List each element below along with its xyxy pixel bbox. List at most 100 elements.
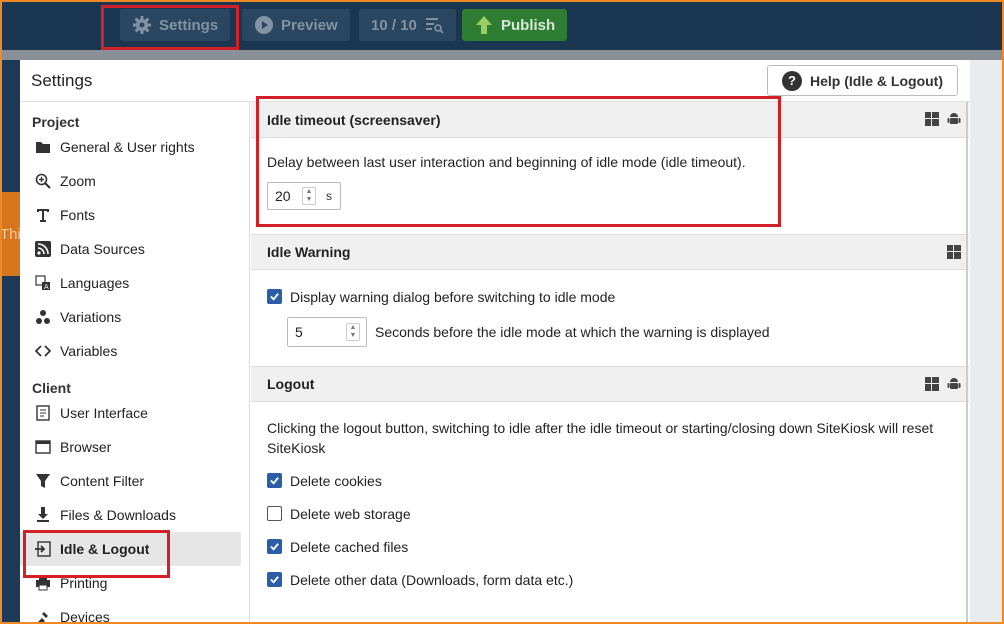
code-icon <box>35 343 51 359</box>
section-title: Logout <box>267 376 315 392</box>
settings-button-label: Settings <box>159 16 219 34</box>
windows-icon <box>947 245 961 259</box>
section-body-logout: Clicking the logout button, switching to… <box>251 402 969 610</box>
check-icon <box>270 543 279 551</box>
settings-sidebar: Project General & User rights Zoom Fonts… <box>20 102 250 624</box>
sidebar-item-label: Fonts <box>60 207 96 223</box>
top-toolbar: Settings Preview 10 / 10 Publish <box>0 0 1004 50</box>
sidebar-item-languages[interactable]: A Languages <box>20 266 241 300</box>
sidebar-item-content-filter[interactable]: Content Filter <box>20 464 241 498</box>
publish-button-label: Publish <box>501 16 556 34</box>
check-icon <box>270 477 279 485</box>
preview-button-label: Preview <box>281 16 338 34</box>
android-icon <box>947 378 961 389</box>
gear-icon <box>133 16 151 34</box>
list-search-icon <box>425 18 444 34</box>
checkbox-label: Delete cached files <box>290 538 409 555</box>
rss-icon <box>35 241 51 257</box>
idle-timeout-description: Delay between last user interaction and … <box>267 154 746 170</box>
sidebar-item-label: Printing <box>60 575 108 591</box>
page-counter: 10 / 10 <box>371 16 417 34</box>
platform-icons <box>947 245 961 259</box>
windows-icon <box>925 112 939 126</box>
sidebar-item-devices[interactable]: Devices <box>20 600 241 624</box>
sidebar-item-label: Languages <box>60 275 130 291</box>
question-icon: ? <box>782 70 803 91</box>
checkbox-label: Display warning dialog before switching … <box>290 288 616 305</box>
check-icon <box>270 576 279 584</box>
checkbox-label: Delete web storage <box>290 505 411 522</box>
sidebar-item-data-sources[interactable]: Data Sources <box>20 232 241 266</box>
sidebar-item-files-downloads[interactable]: Files & Downloads <box>20 498 241 532</box>
settings-button[interactable]: Settings <box>120 9 231 41</box>
section-body-idle-timeout: Delay between last user interaction and … <box>251 138 969 234</box>
sidebar-item-browser[interactable]: Browser <box>20 430 241 464</box>
android-icon <box>947 113 961 124</box>
warning-seconds-value: 5 <box>295 324 303 340</box>
page-counter-button[interactable]: 10 / 10 <box>359 9 456 41</box>
checkbox[interactable] <box>267 506 282 521</box>
sidebar-item-fonts[interactable]: Fonts <box>20 198 241 232</box>
idle-timeout-unit: s <box>326 189 332 203</box>
section-title: Idle Warning <box>267 244 351 260</box>
variations-icon <box>35 309 51 325</box>
idle-timeout-input[interactable]: 20 ▲ ▼ s <box>267 182 341 210</box>
browser-icon <box>35 439 51 455</box>
logout-icon <box>35 541 51 557</box>
sidebar-item-label: Data Sources <box>60 241 145 257</box>
warning-seconds-input[interactable]: 5 ▲ ▼ <box>287 317 367 347</box>
logout-option-row[interactable]: Delete other data (Downloads, form data … <box>267 563 953 596</box>
sidebar-item-label: Idle & Logout <box>60 541 150 557</box>
section-header-idle-warning: Idle Warning <box>251 234 969 270</box>
sidebar-item-label: Zoom <box>60 173 96 189</box>
warning-seconds-label: Seconds before the idle mode at which th… <box>375 324 770 340</box>
spinner-icon[interactable]: ▲ ▼ <box>302 187 316 205</box>
checkbox-label: Delete cookies <box>290 472 382 489</box>
section-header-logout: Logout <box>251 366 969 402</box>
settings-dialog: Settings ? Help (Idle & Logout) Project … <box>20 60 970 624</box>
windows-icon <box>925 377 939 391</box>
sidebar-item-label: Variables <box>60 343 118 359</box>
preview-button[interactable]: Preview <box>242 9 350 41</box>
logout-option-row[interactable]: Delete cached files <box>267 530 953 563</box>
user-interface-icon <box>35 405 51 421</box>
language-icon: A <box>35 275 51 291</box>
check-icon <box>270 293 279 301</box>
logout-option-row[interactable]: Delete cookies <box>267 464 953 497</box>
background-text: Thi <box>0 226 21 243</box>
settings-content: Idle timeout (screensaver) Delay between… <box>251 102 969 624</box>
sidebar-item-printing[interactable]: Printing <box>20 566 241 600</box>
platform-icons <box>925 377 961 391</box>
sidebar-item-label: Browser <box>60 439 112 455</box>
logout-description: Clicking the logout button, switching to… <box>267 420 934 456</box>
checkbox[interactable] <box>267 289 282 304</box>
sidebar-item-label: Files & Downloads <box>60 507 176 523</box>
filter-icon <box>35 473 51 489</box>
section-title: Idle timeout (screensaver) <box>267 111 441 128</box>
backdrop-band <box>0 50 1004 60</box>
publish-button[interactable]: Publish <box>462 9 568 41</box>
spinner-icon[interactable]: ▲ ▼ <box>346 323 360 341</box>
sidebar-item-variables[interactable]: Variables <box>20 334 241 368</box>
checkbox[interactable] <box>267 473 282 488</box>
sidebar-item-user-interface[interactable]: User Interface <box>20 396 241 430</box>
content-scrollbar[interactable] <box>966 102 968 624</box>
checkbox[interactable] <box>267 539 282 554</box>
logout-option-row[interactable]: Delete web storage <box>267 497 953 530</box>
sidebar-item-variations[interactable]: Variations <box>20 300 241 334</box>
idle-timeout-value: 20 <box>275 188 291 204</box>
idle-warning-checkbox-row[interactable]: Display warning dialog before switching … <box>267 280 953 313</box>
font-icon <box>35 207 51 223</box>
sidebar-item-label: Variations <box>60 309 122 325</box>
sidebar-item-general[interactable]: General & User rights <box>20 130 241 164</box>
platform-icons <box>925 112 961 126</box>
dialog-header: Settings ? Help (Idle & Logout) <box>20 60 970 102</box>
sidebar-item-label: Content Filter <box>60 473 145 489</box>
help-button[interactable]: ? Help (Idle & Logout) <box>767 65 958 96</box>
checkbox[interactable] <box>267 572 282 587</box>
download-icon <box>35 507 51 523</box>
sidebar-item-label: User Interface <box>60 405 148 421</box>
sidebar-item-idle-logout[interactable]: Idle & Logout <box>20 532 241 566</box>
help-button-label: Help (Idle & Logout) <box>810 72 943 89</box>
sidebar-item-zoom[interactable]: Zoom <box>20 164 241 198</box>
